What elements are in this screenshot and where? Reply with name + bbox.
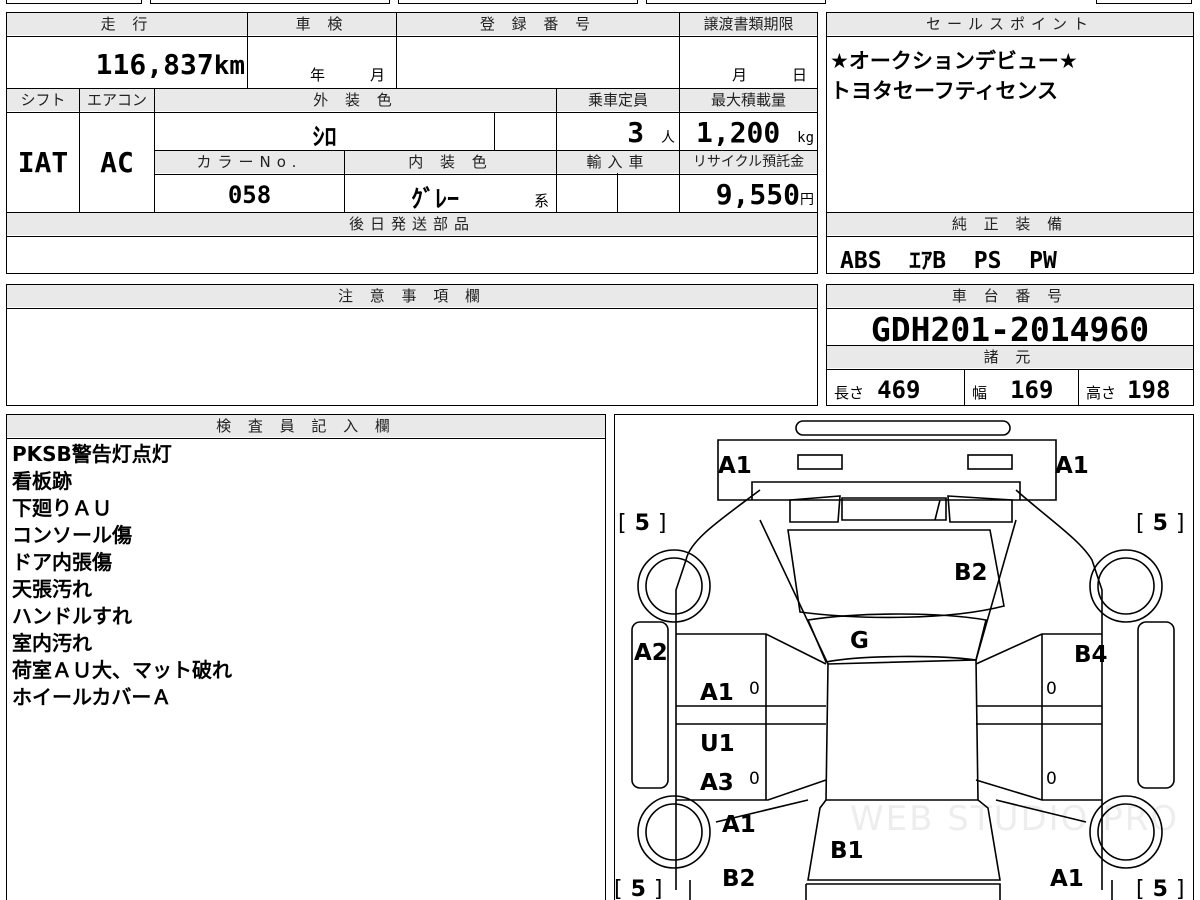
inspection-header: 車 検 [248, 13, 396, 35]
label-hood: B2 [954, 560, 988, 586]
capacity-header: 乗車定員 [557, 89, 679, 111]
later-parts-header: 後日発送部品 [7, 213, 817, 235]
recycle-fee-value: 9,550円 [715, 178, 814, 211]
specs-header: 諸 元 [827, 346, 1193, 368]
chassis-number-value: GDH201-2014960 [870, 310, 1150, 349]
label-side-left: A2 [634, 640, 668, 666]
label-roof: G [850, 628, 869, 654]
shift-header: シフト [7, 89, 79, 111]
import-header: 輸入車 [557, 151, 679, 173]
interior-color-suffix: 系 [534, 192, 550, 210]
recycle-fee-header: リサイクル預託金 [680, 151, 817, 173]
inspector-note: 荷室ＡＵ大、マット破れ [12, 658, 232, 682]
door-zero: 0 [1046, 769, 1057, 789]
inspector-note: 天張汚れ [12, 577, 92, 601]
color-no-value: 058 [227, 181, 272, 209]
door-zero: 0 [749, 769, 760, 789]
exterior-color-header: 外 装 色 [155, 89, 556, 111]
top-cutoff-box [646, 0, 826, 4]
label-rear-left-b: B2 [722, 866, 756, 892]
sales-point-line: ★オークションデビュー★ [830, 49, 1078, 73]
inspector-notes-header: 検 査 員 記 入 欄 [7, 415, 605, 437]
interior-color-header: 内 装 色 [345, 151, 556, 173]
deadline-month-unit: 月 [732, 66, 748, 84]
max-load-value: 1,200 kg [695, 116, 814, 149]
label-door-right: B4 [1074, 642, 1108, 668]
label-tailgate: B1 [830, 838, 864, 864]
factory-equipment-header: 純 正 装 備 [827, 213, 1193, 235]
registration-header: 登 録 番 号 [397, 13, 679, 35]
inspection-month-unit: 月 [370, 66, 386, 84]
door-zero: 0 [1046, 679, 1057, 699]
inspector-note: PKSB警告灯点灯 [12, 442, 172, 466]
aircon-value: AC [100, 146, 134, 179]
tread-bracket: [5] [614, 877, 663, 900]
inspector-note: 看板跡 [12, 469, 72, 493]
tread-bracket: [5] [618, 511, 667, 536]
label-door-left-front: A1 [700, 680, 734, 706]
inspector-note: 室内汚れ [12, 631, 92, 655]
label-front-right: A1 [1055, 453, 1089, 479]
max-load-header: 最大積載量 [680, 89, 817, 111]
factory-equipment-value: ABS ｴｱB PS PW [840, 248, 1057, 274]
notes-header: 注 意 事 項 欄 [7, 285, 817, 307]
mileage-value: 116,837km [95, 48, 245, 81]
top-cutoff-box [6, 0, 142, 4]
deadline-day-unit: 日 [792, 66, 808, 84]
inspection-year-unit: 年 [310, 66, 326, 84]
label-door-left-rear-u: U1 [700, 731, 735, 757]
exterior-color-value: ｼﾛ [312, 123, 337, 151]
top-cutoff-box [1096, 0, 1192, 4]
watermark: WEB STUDIO PRO [850, 799, 1179, 839]
spec-height: 高さ 198 [1086, 376, 1171, 404]
spec-width: 幅 169 [972, 376, 1054, 404]
label-door-left-rear-a: A3 [700, 770, 734, 796]
sales-point-header: セールスポイント [827, 13, 1193, 35]
inspector-note: ドア内張傷 [12, 550, 112, 574]
tread-bracket: [5] [1136, 877, 1185, 900]
sales-point-text: ★オークションデビュー★ トヨタセーフティセンス [830, 46, 1078, 106]
interior-color-value: ｸﾞﾚｰ [411, 185, 459, 213]
shift-value: IAT [17, 146, 69, 179]
door-zero: 0 [749, 679, 760, 699]
color-no-header: カラーNo. [155, 151, 344, 173]
label-rear-right: A1 [1050, 866, 1084, 892]
mileage-header: 走 行 [7, 13, 247, 35]
top-cutoff-box [398, 0, 638, 4]
inspector-note: ホイールカバーＡ [12, 685, 172, 709]
aircon-header: エアコン [80, 89, 154, 111]
inspector-notes-list: PKSB警告灯点灯 看板跡 下廻りＡＵ コンソール傷 ドア内張傷 天張汚れ ハン… [12, 441, 232, 711]
tread-bracket: [5] [1136, 511, 1185, 536]
transfer-deadline-header: 譲渡書類期限 [680, 13, 817, 35]
inspector-note: 下廻りＡＵ [12, 496, 112, 520]
sales-point-line: トヨタセーフティセンス [830, 79, 1059, 103]
label-rear-left-a: A1 [722, 812, 756, 838]
spec-length: 長さ 469 [834, 376, 921, 404]
inspector-note: ハンドルすれ [12, 604, 132, 628]
label-front-left: A1 [718, 453, 752, 479]
top-cutoff-box [150, 0, 390, 4]
inspector-note: コンソール傷 [12, 523, 132, 547]
capacity-value: 3 人 [627, 116, 675, 149]
car-damage-diagram: A1 A1 B2 G A2 B4 A1 U1 A3 A1 B2 B1 A1 [5… [614, 420, 1185, 900]
chassis-number-header: 車 台 番 号 [827, 285, 1193, 307]
